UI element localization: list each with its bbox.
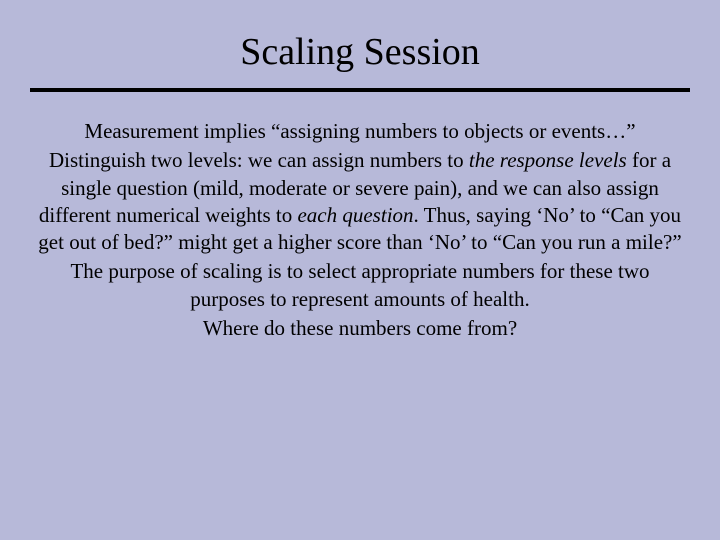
text-run-italic: the response levels	[469, 148, 627, 172]
paragraph-3: The purpose of scaling is to select appr…	[38, 258, 682, 313]
title-underline	[30, 88, 690, 92]
paragraph-1: Measurement implies “assigning numbers t…	[38, 118, 682, 145]
paragraph-4: Where do these numbers come from?	[38, 315, 682, 342]
slide: Scaling Session Measurement implies “ass…	[0, 0, 720, 540]
slide-title: Scaling Session	[30, 30, 690, 88]
slide-body: Measurement implies “assigning numbers t…	[30, 118, 690, 344]
paragraph-2: Distinguish two levels: we can assign nu…	[38, 147, 682, 256]
text-run: Distinguish two levels: we can assign nu…	[49, 148, 469, 172]
text-run-italic: each question	[297, 203, 413, 227]
